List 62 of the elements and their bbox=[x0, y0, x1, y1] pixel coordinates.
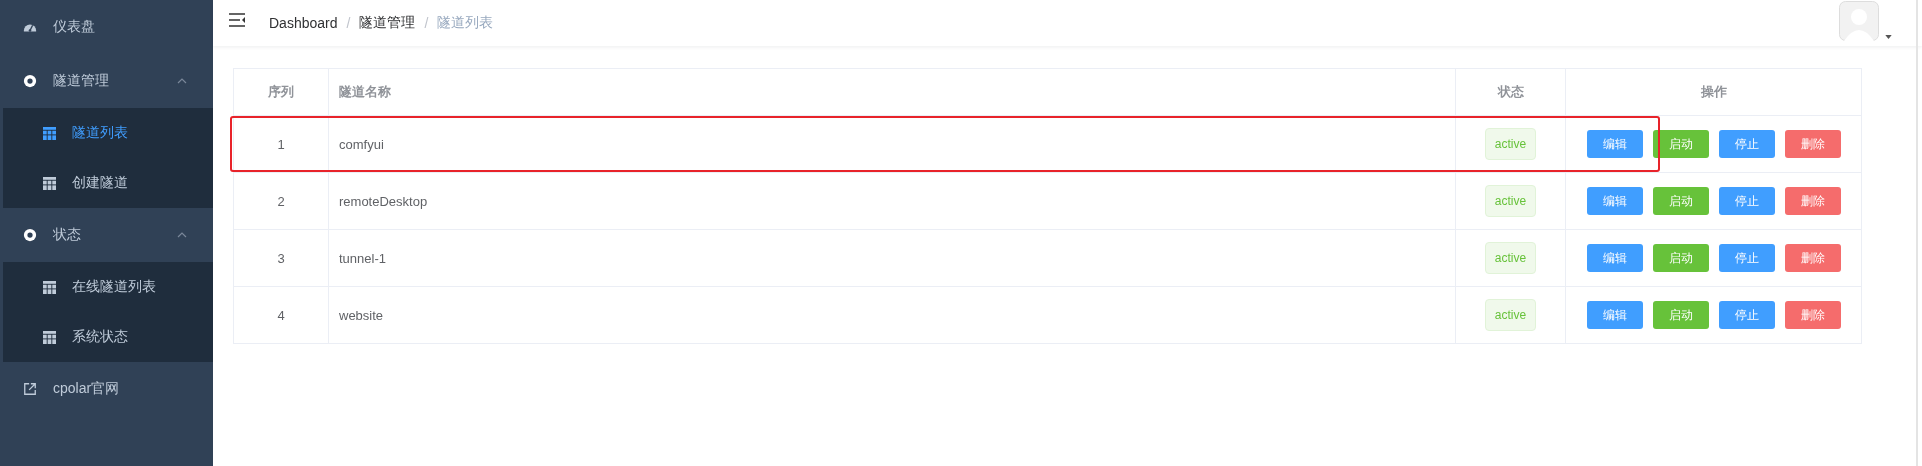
menu-label: cpolar官网 bbox=[53, 380, 120, 398]
menu-label: 创建隧道 bbox=[72, 174, 128, 192]
table-cell: remoteDesktop bbox=[329, 173, 1456, 229]
table-cell: tunnel-1 bbox=[329, 230, 1456, 286]
table-cell: 2 bbox=[234, 173, 329, 229]
table-cell: comfyui bbox=[329, 116, 1456, 172]
table-cell: website bbox=[329, 287, 1456, 343]
menu-item[interactable]: 隧道管理 bbox=[3, 54, 213, 108]
action-button[interactable]: 编辑 bbox=[1586, 244, 1643, 272]
action-button[interactable]: 编辑 bbox=[1586, 187, 1643, 215]
table-icon bbox=[43, 280, 56, 294]
action-button[interactable]: 停止 bbox=[1718, 130, 1775, 158]
action-button[interactable]: 启动 bbox=[1652, 301, 1709, 329]
external-link-icon bbox=[23, 382, 37, 396]
action-button[interactable]: 编辑 bbox=[1586, 301, 1643, 329]
table-icon bbox=[43, 126, 56, 140]
breadcrumb-item[interactable]: Dashboard bbox=[269, 15, 338, 31]
submenu-item[interactable]: 创建隧道 bbox=[3, 158, 213, 208]
action-button[interactable]: 启动 bbox=[1652, 187, 1709, 215]
menu-item[interactable]: 状态 bbox=[3, 208, 213, 262]
status-tag: active bbox=[1484, 242, 1537, 274]
menu-label: 仪表盘 bbox=[53, 18, 95, 36]
status-tag: active bbox=[1484, 128, 1537, 160]
action-button[interactable]: 启动 bbox=[1652, 244, 1709, 272]
action-button[interactable]: 删除 bbox=[1784, 301, 1841, 329]
table-cell: 4 bbox=[234, 287, 329, 343]
menu-fold-icon[interactable] bbox=[229, 13, 245, 27]
status-tag: active bbox=[1484, 299, 1537, 331]
action-button[interactable]: 停止 bbox=[1718, 187, 1775, 215]
breadcrumb-item: 隧道列表 bbox=[437, 14, 494, 32]
column-header: 隧道名称 bbox=[329, 69, 1456, 115]
menu-label: 状态 bbox=[53, 226, 81, 244]
action-button[interactable]: 停止 bbox=[1718, 244, 1775, 272]
action-button[interactable]: 删除 bbox=[1784, 187, 1841, 215]
menu-item[interactable]: cpolar官网 bbox=[3, 362, 213, 416]
column-header: 状态 bbox=[1456, 69, 1566, 115]
table-icon bbox=[43, 176, 56, 190]
submenu-item[interactable]: 隧道列表 bbox=[3, 108, 213, 158]
column-header: 操作 bbox=[1699, 83, 1728, 101]
menu-label: 隧道列表 bbox=[72, 124, 128, 142]
action-button[interactable]: 编辑 bbox=[1586, 130, 1643, 158]
breadcrumb-item[interactable]: 隧道管理 bbox=[359, 14, 416, 32]
submenu-item[interactable]: 系统状态 bbox=[3, 312, 213, 362]
table-cell: 3 bbox=[234, 230, 329, 286]
menu-label: 隧道管理 bbox=[53, 72, 109, 90]
action-button[interactable]: 启动 bbox=[1652, 130, 1709, 158]
circle-icon bbox=[23, 228, 37, 242]
menu-label: 系统状态 bbox=[72, 328, 128, 346]
caret-icon[interactable] bbox=[1885, 35, 1892, 39]
menu-item[interactable]: 仪表盘 bbox=[3, 0, 213, 54]
submenu-item[interactable]: 在线隧道列表 bbox=[3, 262, 213, 312]
action-button[interactable]: 删除 bbox=[1784, 130, 1841, 158]
action-button[interactable]: 删除 bbox=[1784, 244, 1841, 272]
action-button[interactable]: 停止 bbox=[1718, 301, 1775, 329]
menu-label: 在线隧道列表 bbox=[72, 278, 156, 296]
table-icon bbox=[43, 330, 56, 344]
column-header: 序列 bbox=[234, 69, 329, 115]
circle-icon bbox=[23, 74, 37, 88]
status-tag: active bbox=[1484, 185, 1537, 217]
breadcrumb-separator: / bbox=[346, 15, 351, 31]
table-cell: 1 bbox=[234, 116, 329, 172]
breadcrumb-separator: / bbox=[424, 15, 429, 31]
